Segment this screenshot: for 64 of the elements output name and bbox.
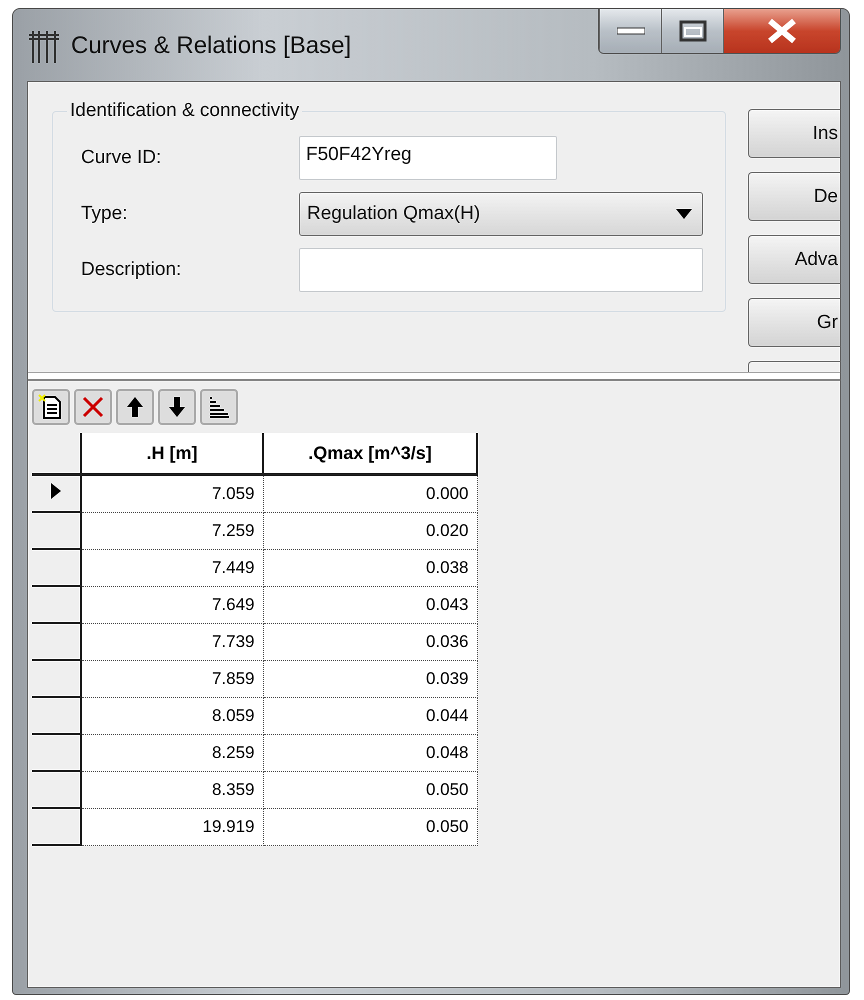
side-button[interactable]: Ins (748, 109, 840, 158)
table-cell: 0.038 (263, 549, 477, 586)
sort-icon (207, 395, 231, 419)
minimize-icon (616, 27, 644, 35)
field-label: Description: (81, 259, 182, 281)
sort-button[interactable] (200, 389, 238, 425)
move-down-button[interactable] (158, 389, 196, 425)
minimize-button[interactable] (599, 9, 661, 53)
row-indicator[interactable] (32, 808, 81, 845)
input-field[interactable]: F50F42Yreg (299, 136, 557, 180)
table-cell: 7.649 (81, 586, 263, 623)
type-dropdown[interactable]: Regulation Qmax(H) (299, 192, 703, 236)
column-header[interactable]: .Qmax [m^3/s] (263, 433, 477, 474)
table-cell: 0.044 (263, 697, 477, 734)
row-indicator[interactable] (32, 549, 81, 586)
group-legend: Identification & connectivity (67, 100, 302, 122)
table-cell: 7.739 (81, 623, 263, 660)
current-row-icon (51, 483, 61, 499)
field-label: Curve ID: (81, 147, 162, 169)
table-cell: 0.048 (263, 734, 477, 771)
table-cell: 0.039 (263, 660, 477, 697)
table-cell: 0.000 (263, 474, 477, 512)
side-button[interactable] (748, 361, 840, 372)
caret-icon (676, 209, 692, 219)
arrow-down-icon (167, 395, 187, 419)
close-button[interactable] (723, 9, 840, 53)
table-cell: 8.359 (81, 771, 263, 808)
table-cell: 0.020 (263, 512, 477, 549)
table-cell: 0.036 (263, 623, 477, 660)
table-cell: 7.449 (81, 549, 263, 586)
row-indicator[interactable] (32, 771, 81, 808)
table-cell: 8.059 (81, 697, 263, 734)
row-indicator[interactable] (32, 660, 81, 697)
side-button[interactable]: De (748, 172, 840, 222)
row-indicator[interactable] (32, 697, 81, 734)
side-button[interactable]: Gr (748, 298, 840, 348)
maximize-icon (678, 20, 706, 42)
row-indicator[interactable] (32, 586, 81, 623)
field-label: Type: (81, 203, 128, 225)
delete-row-button[interactable] (74, 389, 112, 425)
new-row-button[interactable] (32, 389, 70, 425)
row-indicator[interactable] (32, 474, 81, 512)
table-cell: 8.259 (81, 734, 263, 771)
side-button[interactable]: Adva (748, 235, 840, 284)
table-cell: 0.050 (263, 771, 477, 808)
table-icon (27, 29, 61, 63)
close-icon (765, 17, 799, 45)
arrow-up-icon (125, 395, 145, 419)
table-cell: 0.043 (263, 586, 477, 623)
table-cell: 19.919 (81, 808, 263, 845)
input-field[interactable] (299, 248, 703, 292)
move-up-button[interactable] (116, 389, 154, 425)
row-indicator[interactable] (32, 734, 81, 771)
window-title: Curves & Relations [Base] (71, 32, 352, 60)
delete-icon (81, 395, 105, 419)
table-cell: 7.059 (81, 474, 263, 512)
splitter-bar[interactable] (28, 372, 840, 381)
table-cell: 0.050 (263, 808, 477, 845)
table-cell: 7.259 (81, 512, 263, 549)
row-indicator[interactable] (32, 512, 81, 549)
maximize-button[interactable] (661, 9, 723, 53)
column-header[interactable]: .H [m] (81, 433, 263, 474)
row-indicator[interactable] (32, 623, 81, 660)
table-cell: 7.859 (81, 660, 263, 697)
